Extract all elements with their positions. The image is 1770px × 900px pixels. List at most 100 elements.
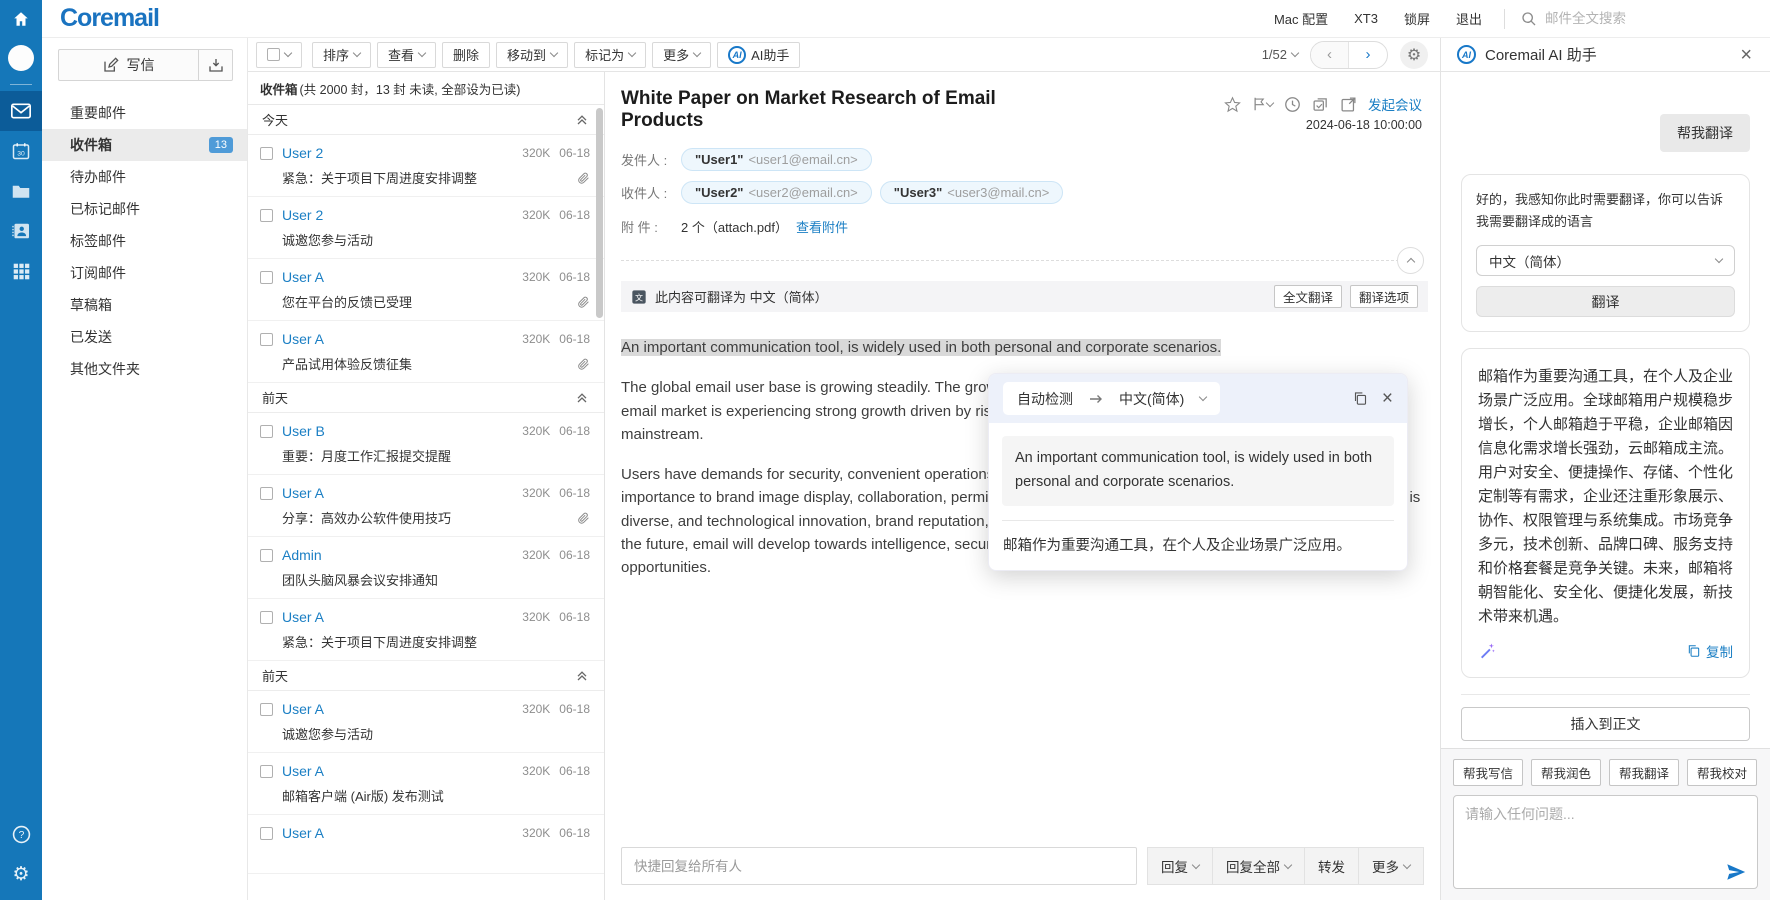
quick-action-chip[interactable]: 帮我校对 xyxy=(1687,759,1757,786)
send-icon[interactable] xyxy=(1725,861,1747,883)
mail-checkbox[interactable] xyxy=(260,827,273,840)
close-icon[interactable]: × xyxy=(1732,45,1760,65)
mail-trace-icon[interactable] xyxy=(1312,96,1329,113)
collapse-group-icon[interactable] xyxy=(576,392,588,404)
toolbar-button-AI助手[interactable]: AIAI助手 xyxy=(717,42,800,68)
mail-list-item[interactable]: User 2320K06-18紧急：关于项目下周进度安排调整 xyxy=(248,135,604,197)
mail-checkbox[interactable] xyxy=(260,765,273,778)
mail-checkbox[interactable] xyxy=(260,487,273,500)
rail-mail-icon[interactable] xyxy=(0,91,42,131)
translate-options-button[interactable]: 翻译选项 xyxy=(1350,285,1418,308)
ai-question-input[interactable] xyxy=(1453,795,1758,889)
translate-all-button[interactable]: 全文翻译 xyxy=(1274,285,1342,308)
address-pill[interactable]: "User2"<user2@email.cn> xyxy=(681,181,872,204)
toolbar-button-查看[interactable]: 查看 xyxy=(377,42,436,68)
home-icon[interactable] xyxy=(0,0,42,38)
sidebar-folder-item[interactable]: 其他文件夹 xyxy=(42,353,247,385)
mail-group-header[interactable]: 前天 xyxy=(248,661,604,691)
mailbox-summary-stats[interactable]: (共 2000 封，13 封 未读, 全部设为已读) xyxy=(300,79,521,98)
topbar-link-2[interactable]: 锁屏 xyxy=(1404,9,1430,28)
topbar-link-3[interactable]: 退出 xyxy=(1456,9,1482,28)
copy-result-link[interactable]: 复制 xyxy=(1687,641,1733,661)
mail-list-item[interactable]: User 2320K06-18诚邀您参与活动 xyxy=(248,197,604,259)
language-select[interactable]: 中文（简体） xyxy=(1476,245,1735,276)
source-language[interactable]: 自动检测 xyxy=(1017,389,1073,409)
language-selector[interactable]: 自动检测 中文(简体) xyxy=(1003,382,1220,415)
compose-button[interactable]: 写信 xyxy=(58,49,199,81)
topbar-link-1[interactable]: XT3 xyxy=(1354,11,1378,26)
quick-action-chip[interactable]: 帮我润色 xyxy=(1531,759,1601,786)
avatar[interactable] xyxy=(0,38,42,78)
selected-sentence[interactable]: An important communication tool, is wide… xyxy=(621,339,1221,356)
rail-apps-grid-icon[interactable] xyxy=(0,251,42,291)
start-meeting-link[interactable]: 发起会议 xyxy=(1368,94,1422,114)
target-language[interactable]: 中文(简体) xyxy=(1119,389,1184,409)
mail-checkbox[interactable] xyxy=(260,147,273,160)
rail-folder-icon[interactable] xyxy=(0,171,42,211)
list-settings-gear-icon[interactable]: ⚙ xyxy=(1400,41,1428,69)
prev-page-button[interactable]: ‹ xyxy=(1311,42,1349,68)
mail-list-item[interactable]: User A320K06-18您在平台的反馈已受理 xyxy=(248,259,604,321)
mail-group-header[interactable]: 前天 xyxy=(248,383,604,413)
mail-list-item[interactable]: Admin320K06-18团队头脑风暴会议安排通知 xyxy=(248,537,604,599)
rail-contacts-icon[interactable] xyxy=(0,211,42,251)
sidebar-folder-item[interactable]: 收件箱13 xyxy=(42,129,247,161)
reply-button-回复全部[interactable]: 回复全部 xyxy=(1213,848,1304,884)
select-all-dropdown[interactable] xyxy=(256,42,302,68)
mail-group-header[interactable]: 今天 xyxy=(248,105,604,135)
open-new-window-icon[interactable] xyxy=(1340,96,1357,113)
sidebar-folder-item[interactable]: 重要邮件 xyxy=(42,97,247,129)
rail-calendar-icon[interactable]: 30 xyxy=(0,131,42,171)
toolbar-button-移动到[interactable]: 移动到 xyxy=(496,42,568,68)
collapse-group-icon[interactable] xyxy=(576,670,588,682)
sidebar-folder-item[interactable]: 待办邮件 xyxy=(42,161,247,193)
mail-list-item[interactable]: User A320K06-18诚邀您参与活动 xyxy=(248,691,604,753)
view-attachments-link[interactable]: 查看附件 xyxy=(796,217,848,236)
collapse-group-icon[interactable] xyxy=(576,114,588,126)
receive-mail-button[interactable] xyxy=(199,49,233,81)
mail-checkbox[interactable] xyxy=(260,703,273,716)
next-page-button[interactable]: › xyxy=(1349,42,1387,68)
quick-reply-input[interactable] xyxy=(621,847,1137,885)
mail-checkbox[interactable] xyxy=(260,209,273,222)
copy-icon[interactable] xyxy=(1353,391,1368,406)
mail-list-item[interactable]: User A320K06-18邮箱客户端 (Air版) 发布测试 xyxy=(248,753,604,815)
mail-checkbox[interactable] xyxy=(260,549,273,562)
address-pill[interactable]: "User3"<user3@mail.cn> xyxy=(880,181,1064,204)
insert-to-body-button[interactable]: 插入到正文 xyxy=(1461,707,1750,741)
sidebar-folder-item[interactable]: 标签邮件 xyxy=(42,225,247,257)
mail-list-item[interactable]: User A320K06-18分享：高效办公软件使用技巧 xyxy=(248,475,604,537)
search-input[interactable] xyxy=(1545,11,1675,26)
sidebar-folder-item[interactable]: 草稿箱 xyxy=(42,289,247,321)
sidebar-folder-item[interactable]: 已标记邮件 xyxy=(42,193,247,225)
list-scrollbar[interactable] xyxy=(596,108,603,318)
collapse-header-button[interactable] xyxy=(1397,247,1424,274)
mail-list-item[interactable]: User A320K06-18紧急：关于项目下周进度安排调整 xyxy=(248,599,604,661)
topbar-link-0[interactable]: Mac 配置 xyxy=(1274,9,1328,28)
settings-gear-icon[interactable]: ⚙ xyxy=(0,854,42,894)
mail-checkbox[interactable] xyxy=(260,611,273,624)
reply-button-更多[interactable]: 更多 xyxy=(1359,848,1423,884)
mail-checkbox[interactable] xyxy=(260,333,273,346)
mail-list-item[interactable]: User B320K06-18重要：月度工作汇报提交提醒 xyxy=(248,413,604,475)
close-icon[interactable]: × xyxy=(1382,389,1393,408)
mail-checkbox[interactable] xyxy=(260,425,273,438)
select-all-checkbox[interactable] xyxy=(267,48,280,61)
sidebar-folder-item[interactable]: 已发送 xyxy=(42,321,247,353)
quick-action-chip[interactable]: 帮我翻译 xyxy=(1609,759,1679,786)
toolbar-button-删除[interactable]: 删除 xyxy=(442,42,490,68)
magic-wand-icon[interactable] xyxy=(1478,642,1496,660)
address-pill[interactable]: "User1"<user1@email.cn> xyxy=(681,148,872,171)
pager-label[interactable]: 1/52 xyxy=(1262,47,1298,62)
toolbar-button-标记为[interactable]: 标记为 xyxy=(574,42,646,68)
flag-icon[interactable] xyxy=(1252,96,1273,112)
mail-list-item[interactable]: User A320K06-18 xyxy=(248,815,604,874)
reply-button-转发[interactable]: 转发 xyxy=(1305,848,1358,884)
remind-clock-icon[interactable] xyxy=(1284,96,1301,113)
ai-translate-button[interactable]: 翻译 xyxy=(1476,286,1735,317)
sidebar-folder-item[interactable]: 订阅邮件 xyxy=(42,257,247,289)
reply-button-回复[interactable]: 回复 xyxy=(1148,848,1212,884)
mail-checkbox[interactable] xyxy=(260,271,273,284)
toolbar-button-更多[interactable]: 更多 xyxy=(652,42,711,68)
quick-action-chip[interactable]: 帮我写信 xyxy=(1453,759,1523,786)
